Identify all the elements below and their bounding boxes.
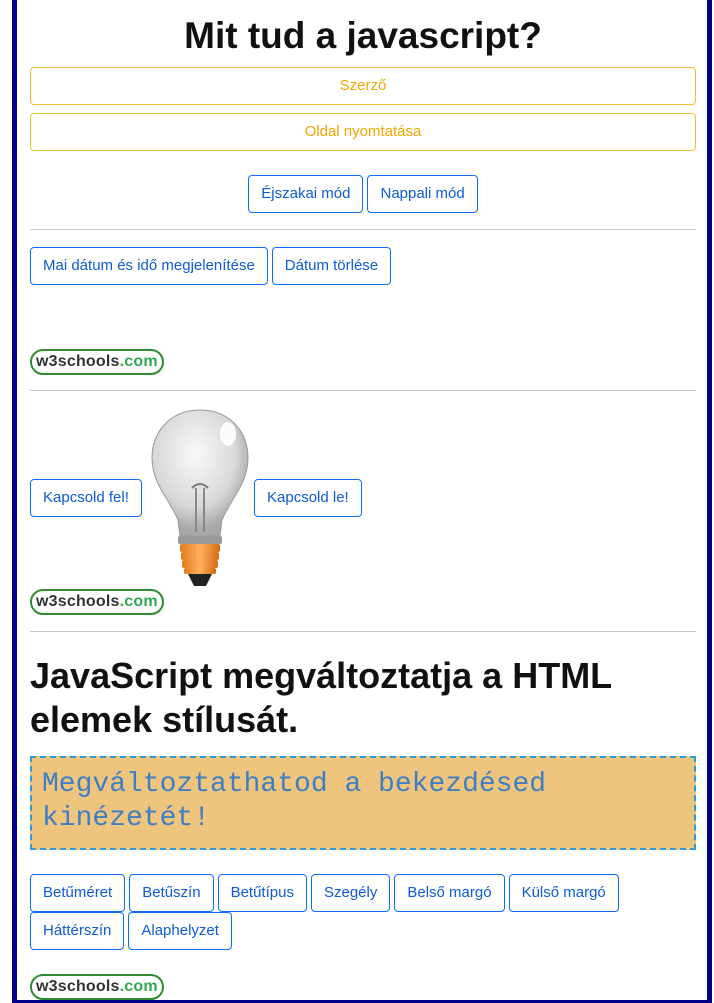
font-color-button[interactable]: Betűszín	[129, 874, 214, 912]
bulb-section: Kapcsold fel! Kapcsold le! w3schools.com	[30, 391, 696, 615]
clear-date-button[interactable]: Dátum törlése	[271, 247, 392, 285]
margin-button[interactable]: Külső margó	[508, 874, 619, 912]
day-mode-button[interactable]: Nappali mód	[367, 175, 478, 213]
logo-text: w3schools	[36, 353, 120, 370]
font-family-button[interactable]: Betűtípus	[217, 874, 307, 912]
logo-domain: .com	[119, 353, 158, 370]
mode-button-group: Éjszakai mód Nappali mód	[30, 175, 696, 213]
reset-button[interactable]: Alaphelyzet	[128, 912, 232, 950]
border-button[interactable]: Szegély	[310, 874, 391, 912]
w3schools-logo-1-wrap: w3schools.com	[30, 349, 696, 375]
print-button[interactable]: Oldal nyomtatása	[30, 113, 696, 151]
logo-domain: .com	[119, 978, 158, 995]
logo-text: w3schools	[36, 978, 120, 995]
section-title: JavaScript megváltoztatja a HTML elemek …	[30, 655, 612, 740]
padding-button[interactable]: Belső margó	[394, 874, 505, 912]
right-frame-border	[707, 0, 712, 1003]
bulb-off-button[interactable]: Kapcsold le!	[254, 479, 362, 517]
style-button-group: Betűméret Betűszín Betűtípus Szegély Bel…	[30, 874, 696, 950]
divider	[30, 229, 696, 230]
night-mode-button[interactable]: Éjszakai mód	[248, 175, 364, 213]
show-date-button[interactable]: Mai dátum és idő megjelenítése	[30, 247, 268, 285]
author-button[interactable]: Szerző	[30, 67, 696, 105]
page-title: Mit tud a javascript?	[184, 15, 542, 56]
author-button-wrap: Szerző	[30, 67, 696, 105]
logo-text: w3schools	[36, 593, 120, 610]
background-color-button[interactable]: Háttérszín	[30, 912, 125, 950]
w3schools-logo[interactable]: w3schools.com	[30, 349, 164, 375]
w3schools-logo-3-wrap: w3schools.com	[30, 974, 696, 1000]
w3schools-logo[interactable]: w3schools.com	[30, 974, 164, 1000]
font-size-button[interactable]: Betűméret	[30, 874, 126, 912]
logo-domain: .com	[119, 593, 158, 610]
lightbulb-image	[151, 409, 249, 586]
w3schools-logo[interactable]: w3schools.com	[30, 589, 164, 615]
page-content: Mit tud a javascript? Szerző Oldal nyomt…	[30, 0, 696, 1000]
date-button-group: Mai dátum és idő megjelenítése Dátum tör…	[30, 247, 696, 285]
demo-paragraph: Megváltoztathatod a bekezdésed kinézetét…	[30, 756, 696, 850]
left-frame-border	[12, 0, 17, 1003]
bulb-on-button[interactable]: Kapcsold fel!	[30, 479, 142, 517]
divider	[30, 631, 696, 632]
